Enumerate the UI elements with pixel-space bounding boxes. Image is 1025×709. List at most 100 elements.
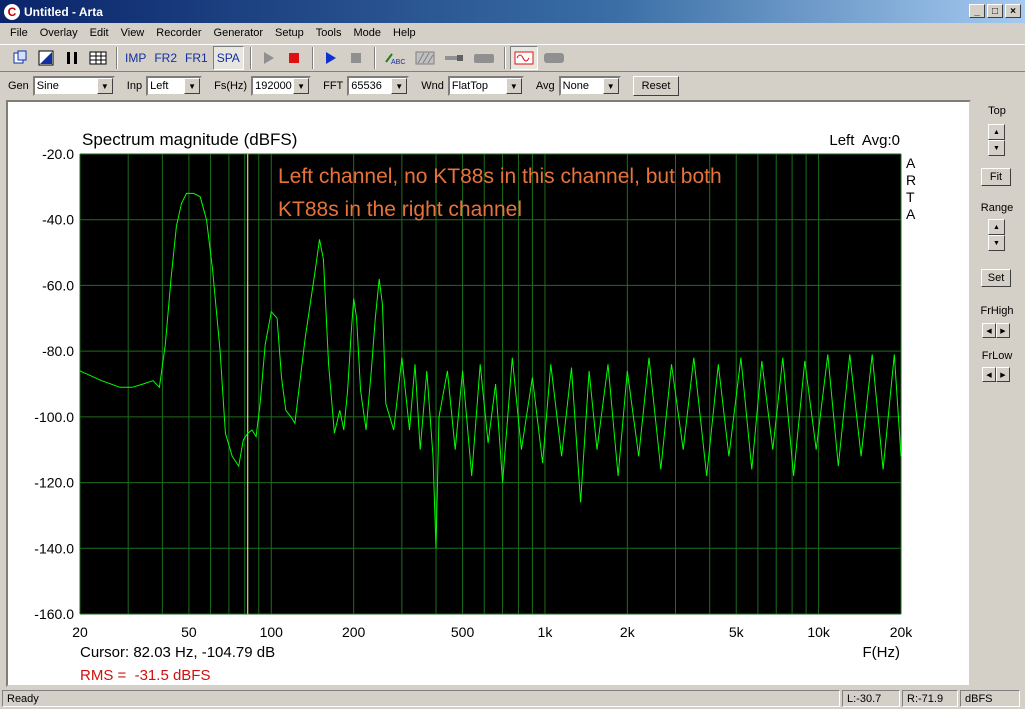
top-label: Top [988,105,1006,117]
chevron-down-icon[interactable]: ▼ [505,78,522,94]
plot-area[interactable] [80,154,901,614]
chevron-down-icon[interactable]: ▼ [96,78,113,94]
range-down-arrow-icon[interactable]: ▼ [988,235,1005,251]
table-icon[interactable] [86,46,110,70]
cursor-readout: Cursor: 82.03 Hz, -104.79 dB [80,644,275,661]
window-controls: _ □ × [969,4,1021,18]
fr1-mode-button[interactable]: FR1 [182,46,211,70]
gen-select[interactable]: Sine ▼ [32,76,115,96]
generator-wave-icon[interactable] [509,46,538,70]
hatch-icon[interactable] [412,46,438,70]
top-up-arrow-icon[interactable]: ▲ [988,124,1005,140]
fr2-mode-button[interactable]: FR2 [151,46,180,70]
fft-select[interactable]: 65536 ▼ [347,76,410,96]
record-play-icon[interactable] [318,46,342,70]
y-tick-labels: -20.0 -40.0 -60.0 -80.0 -100.0 -120.0 -140.0 -1… [34,146,74,622]
fs-value: 192000 [255,80,292,92]
inp-value: Left [150,80,169,92]
avg-select[interactable]: None ▼ [558,76,621,96]
main-toolbar: IMP FR2 FR1 SPA ABC [0,44,1025,72]
y-tick-label: -20.0 [42,146,74,162]
fit-button[interactable]: Fit [981,168,1011,186]
gen-label: Gen [8,80,29,92]
spectrum-plot-frame[interactable]: -20.0 -40.0 -60.0 -80.0 -100.0 -120.0 -140.0 -1… [6,100,971,687]
frhigh-left-arrow-icon[interactable]: ◀ [982,323,996,338]
spa-mode-button[interactable]: SPA [212,46,244,70]
chevron-down-icon[interactable]: ▼ [293,78,310,94]
abc-icon[interactable]: ABC [380,46,410,70]
arta-app-icon[interactable]: C [4,3,20,20]
side-panel: Top ▲ ▼ Fit Range ▲ ▼ Set FrHigh ◀ ▶ FrL… [975,100,1019,687]
range-label: Range [980,202,1014,214]
frlow-label: FrLow [981,350,1013,362]
x-tick-label: 2k [620,624,636,640]
arta-letter-t: T [906,189,915,205]
play-icon[interactable] [256,46,280,70]
menu-recorder[interactable]: Recorder [150,27,207,39]
frlow-right-arrow-icon[interactable]: ▶ [996,367,1010,382]
channel-avg-info: Left Avg:0 [829,132,900,149]
range-up-arrow-icon[interactable]: ▲ [988,219,1005,235]
fs-select[interactable]: 192000 ▼ [251,76,312,96]
toolbar-separator [311,47,314,69]
control-bar: Gen Sine ▼ Inp Left ▼ Fs(Hz) 192000 ▼ FF… [0,74,1025,98]
reset-button[interactable]: Reset [632,76,680,96]
toolbar-separator [373,47,376,69]
fft-label: FFT [323,80,344,92]
frhigh-right-arrow-icon[interactable]: ▶ [996,323,1010,338]
maximize-button[interactable]: □ [987,4,1003,18]
top-down-arrow-icon[interactable]: ▼ [988,140,1005,156]
chevron-down-icon[interactable]: ▼ [602,78,619,94]
record-stop-icon[interactable] [344,46,368,70]
pause-icon[interactable] [60,46,84,70]
inp-select[interactable]: Left ▼ [146,76,203,96]
status-message: Ready [2,690,840,707]
x-tick-label: 20 [72,624,88,640]
probe-icon[interactable] [440,46,468,70]
frlow-left-arrow-icon[interactable]: ◀ [982,367,996,382]
toolbar-separator [116,47,118,69]
stop-icon[interactable] [282,46,306,70]
imp-mode-button[interactable]: IMP [122,46,149,70]
menu-tools[interactable]: Tools [310,27,348,39]
minimize-button[interactable]: _ [969,4,985,18]
menu-help[interactable]: Help [387,27,422,39]
status-bar: Ready L:-30.7 R:-71.9 dBFS [0,688,1025,709]
fs-label: Fs(Hz) [214,80,248,92]
x-tick-labels: 20 50 100 200 500 1k 2k 5k 10k 20k [72,624,913,640]
title-bar: C Untitled - Arta _ □ × [0,0,1025,23]
x-axis-label: F(Hz) [863,644,901,661]
spectrum-chart[interactable]: -20.0 -40.0 -60.0 -80.0 -100.0 -120.0 -140.0 -1… [8,102,969,685]
menu-overlay[interactable]: Overlay [34,27,84,39]
wnd-select[interactable]: FlatTop ▼ [447,76,524,96]
avg-label: Avg [535,80,555,92]
fft-value: 65536 [351,80,382,92]
x-tick-label: 500 [451,624,475,640]
menu-setup[interactable]: Setup [269,27,310,39]
toolbar-separator [503,47,506,69]
menu-view[interactable]: View [115,27,151,39]
x-tick-label: 20k [890,624,914,640]
chevron-down-icon[interactable]: ▼ [391,78,408,94]
device-icon[interactable] [470,46,498,70]
speaker-icon[interactable] [540,46,568,70]
chevron-down-icon[interactable]: ▼ [184,78,201,94]
x-tick-label: 200 [342,624,366,640]
x-tick-label: 10k [807,624,831,640]
close-button[interactable]: × [1005,4,1021,18]
set-button[interactable]: Set [981,269,1011,287]
y-tick-label: -100.0 [34,409,74,425]
copy-icon[interactable] [8,46,32,70]
menu-generator[interactable]: Generator [208,27,270,39]
status-left-level: L:-30.7 [842,690,900,707]
y-tick-label: -80.0 [42,343,74,359]
y-tick-label: -160.0 [34,606,74,622]
window-title: Untitled - Arta [24,4,103,19]
menu-edit[interactable]: Edit [84,27,115,39]
edit-icon[interactable] [34,46,58,70]
annotation-line-2: KT88s in the right channel [278,198,522,221]
arta-letter-a2: A [906,206,916,222]
menu-bar: File Overlay Edit View Recorder Generato… [0,23,1025,42]
menu-mode[interactable]: Mode [347,27,387,39]
menu-file[interactable]: File [4,27,34,39]
